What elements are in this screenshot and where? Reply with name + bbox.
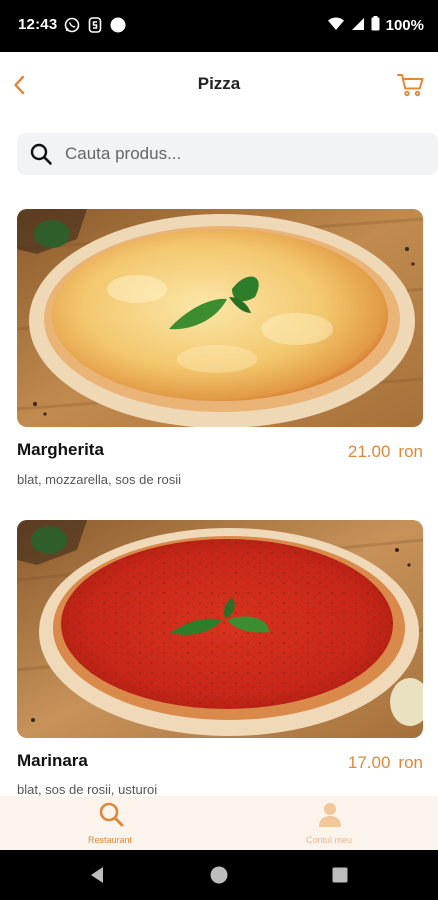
product-card[interactable]: Margherita 21.00 ron blat, mozzarella, so… <box>17 209 423 489</box>
bottom-navigation: Restaurant Contul meu <box>0 796 438 850</box>
product-description: blat, mozzarella, sos de rosii <box>17 472 182 487</box>
search-icon <box>30 143 52 165</box>
price-currency: ron <box>398 753 423 772</box>
circle-dot-icon <box>110 17 126 38</box>
price-currency: ron <box>398 442 423 461</box>
pizza-marinara-image[interactable] <box>17 520 423 738</box>
product-name: Margherita <box>17 440 104 459</box>
whatsapp-icon <box>64 17 80 38</box>
cart-icon <box>397 74 424 97</box>
product-price: 21.00 ron <box>348 442 423 462</box>
tab-contul-meu-label: Contul meu <box>305 835 353 845</box>
search-input[interactable] <box>65 144 395 164</box>
s-app-icon <box>88 17 102 38</box>
tab-restaurant[interactable]: Restaurant <box>50 796 170 850</box>
app-header: Pizza <box>0 52 438 116</box>
recents-square-icon[interactable] <box>331 865 349 885</box>
back-triangle-icon[interactable] <box>88 865 106 885</box>
product-name: Marinara <box>17 751 88 770</box>
cart-button[interactable] <box>396 70 426 100</box>
product-card[interactable]: Marinara 17.00 ron blat, sos de rosii, us… <box>17 520 423 800</box>
tab-restaurant-label: Restaurant <box>87 835 133 845</box>
battery-percent: 100% <box>385 17 424 34</box>
system-navigation-bar <box>0 850 438 900</box>
search-icon <box>99 802 124 827</box>
tab-contul-meu[interactable]: Contul meu <box>269 796 389 850</box>
home-circle-icon[interactable] <box>209 865 229 885</box>
page-title: Pizza <box>197 74 241 93</box>
status-time: 12:43 <box>18 16 58 33</box>
product-price: 17.00 ron <box>348 753 423 773</box>
pizza-margherita-image[interactable] <box>17 209 423 427</box>
product-description: blat, sos de rosii, usturoi <box>17 782 158 797</box>
status-bar: 12:43 100% <box>0 0 438 52</box>
price-value: 21.00 <box>347 442 391 461</box>
user-icon <box>319 803 341 827</box>
signal-icon <box>351 17 365 35</box>
search-bar[interactable] <box>17 133 438 175</box>
price-value: 17.00 <box>347 753 391 772</box>
battery-icon <box>371 16 380 35</box>
wifi-icon <box>327 17 345 35</box>
